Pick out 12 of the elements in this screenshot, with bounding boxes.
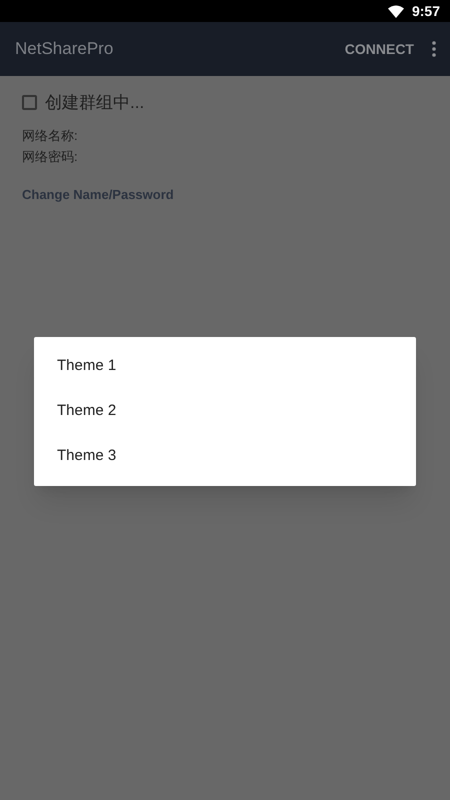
theme-option[interactable]: Theme 1 bbox=[34, 344, 416, 389]
clock-time: 9:57 bbox=[412, 2, 440, 20]
network-password-label: 网络密码: bbox=[22, 148, 78, 166]
more-icon[interactable] bbox=[432, 41, 436, 57]
network-name-label: 网络名称: bbox=[22, 126, 78, 144]
checkbox-label: 创建群组中... bbox=[45, 92, 144, 114]
theme-option[interactable]: Theme 2 bbox=[34, 389, 416, 434]
connect-button[interactable]: CONNECT bbox=[344, 38, 414, 60]
app-title: NetSharePro bbox=[15, 38, 114, 60]
checkbox[interactable] bbox=[22, 95, 37, 110]
theme-option[interactable]: Theme 3 bbox=[34, 434, 416, 479]
wifi-icon bbox=[388, 4, 404, 18]
